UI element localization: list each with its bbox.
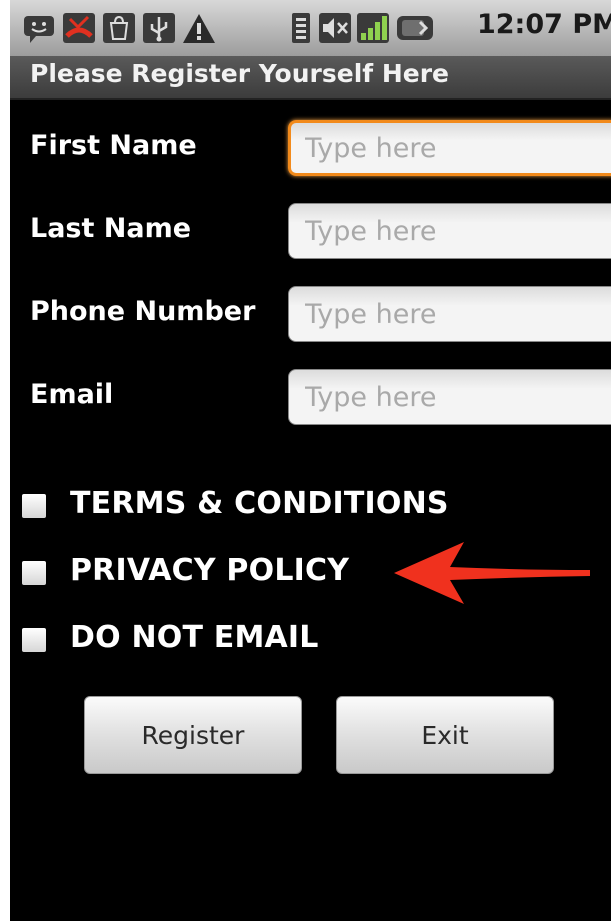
phone-screen: 12:07 PM Please Register Yourself Here F… xyxy=(10,0,611,921)
missed-call-icon xyxy=(63,13,95,43)
do-not-email-label: DO NOT EMAIL xyxy=(70,620,319,655)
status-bar: 12:07 PM xyxy=(10,0,611,56)
red-arrow-icon xyxy=(394,542,590,604)
chat-smiley-icon xyxy=(24,16,54,43)
terms-conditions-label: TERMS & CONDITIONS xyxy=(70,486,449,521)
usb-icon xyxy=(143,13,175,43)
privacy-policy-checkbox[interactable] xyxy=(22,561,46,585)
wifi-icon xyxy=(292,13,310,43)
warning-icon xyxy=(183,14,215,43)
page-title: Please Register Yourself Here xyxy=(30,59,450,88)
exit-button[interactable]: Exit xyxy=(336,696,554,774)
status-time: 12:07 PM xyxy=(476,9,611,40)
battery-icon xyxy=(397,16,433,40)
register-button[interactable]: Register xyxy=(84,696,302,774)
email-label: Email xyxy=(30,379,114,410)
title-bar: Please Register Yourself Here xyxy=(10,56,611,100)
privacy-policy-label: PRIVACY POLICY xyxy=(70,553,350,588)
first-name-label: First Name xyxy=(30,130,197,161)
first-name-field[interactable] xyxy=(288,120,611,176)
last-name-field[interactable] xyxy=(288,203,611,259)
phone-number-field[interactable] xyxy=(288,286,611,342)
email-field[interactable] xyxy=(288,369,611,425)
signal-icon xyxy=(357,13,389,43)
volume-muted-icon xyxy=(319,13,351,43)
terms-conditions-checkbox[interactable] xyxy=(22,494,46,518)
do-not-email-checkbox[interactable] xyxy=(22,628,46,652)
last-name-label: Last Name xyxy=(30,213,192,244)
market-bag-icon xyxy=(103,13,135,43)
phone-number-label: Phone Number xyxy=(30,296,256,327)
